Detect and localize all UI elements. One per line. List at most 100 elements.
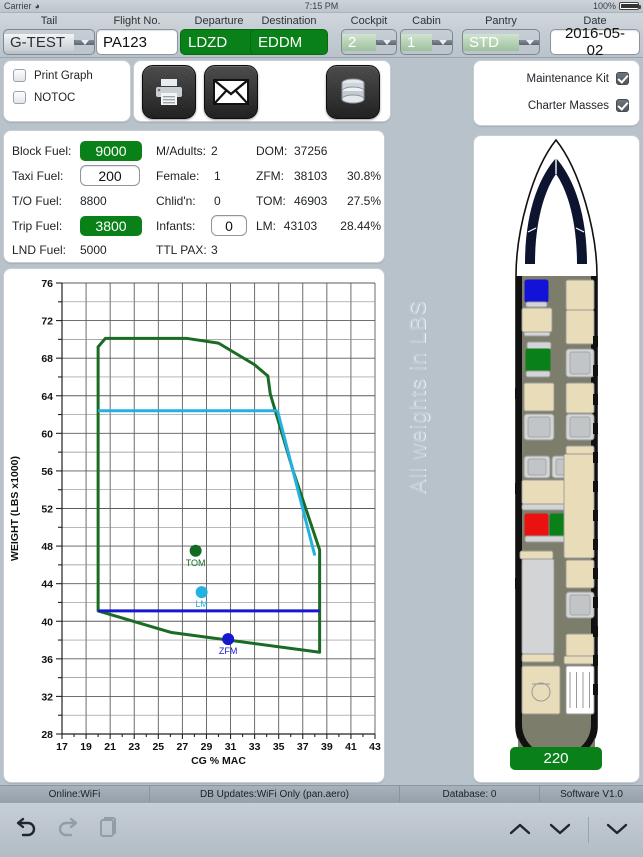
block-fuel-row: Block Fuel: 9000 (12, 139, 147, 163)
svg-text:60: 60 (41, 428, 53, 440)
taxi-fuel-row: Taxi Fuel: 200 (12, 163, 147, 188)
svg-text:LM: LM (195, 599, 208, 609)
notoc-row[interactable]: NOTOC (4, 82, 130, 104)
taxi-fuel-input[interactable]: 200 (80, 165, 140, 186)
adults-label: M/Adults: (156, 144, 207, 158)
infants-label: Infants: (156, 218, 196, 233)
svg-text:64: 64 (41, 391, 53, 403)
field-destination-label: Destination (261, 15, 317, 27)
flight-no-input[interactable]: PA123 (96, 29, 178, 55)
printer-icon (156, 79, 182, 105)
svg-text:52: 52 (41, 504, 53, 516)
toolbar-divider (588, 817, 589, 843)
field-cabin-label: Cabin (412, 15, 441, 27)
zfm-value: 38103 (293, 168, 328, 183)
svg-text:TOM: TOM (186, 558, 206, 568)
svg-text:32: 32 (41, 691, 53, 703)
svg-text:23: 23 (128, 741, 140, 753)
charter-masses-checkbox[interactable] (616, 99, 629, 112)
svg-text:39: 39 (321, 741, 333, 753)
tail-dropdown-value: G-TEST (4, 33, 74, 51)
print-graph-checkbox[interactable] (13, 69, 26, 82)
field-date: Date 2016-05-02 (550, 15, 640, 59)
block-fuel-label: Block Fuel: (12, 144, 72, 158)
female-label: Female: (156, 168, 200, 183)
tail-dropdown[interactable]: G-TEST (3, 29, 95, 55)
destination-input[interactable]: EDDM (250, 29, 328, 55)
field-flight-no-label: Flight No. (113, 15, 161, 27)
to-fuel-value: 8800 (80, 193, 107, 208)
trip-fuel-label: Trip Fuel: (12, 218, 63, 233)
svg-text:ZFM: ZFM (219, 646, 238, 656)
svg-text:76: 76 (41, 278, 53, 290)
units-watermark: All weights in LBS (398, 272, 438, 522)
maintenance-kit-label: Maintenance Kit (526, 72, 609, 85)
lm-value: 43103 (283, 218, 318, 233)
adults-row: M/Adults: 2 (156, 139, 251, 163)
svg-text:31: 31 (225, 741, 237, 753)
cg-envelope-chart-panel: 28 32 36 40 44 48 52 56 60 64 68 72 76 17 19 21 23 25 27 29… (3, 268, 385, 783)
print-graph-row[interactable]: Print Graph (4, 61, 130, 82)
svg-text:35: 35 (273, 741, 285, 753)
field-destination: Destination EDDM (250, 15, 328, 55)
cabin-weight-input[interactable]: 220 (510, 747, 602, 770)
print-button[interactable] (142, 65, 196, 119)
pantry-dropdown[interactable]: STD (462, 29, 540, 55)
cockpit-dropdown[interactable]: 2 (341, 29, 397, 55)
cabin-layout-diagram[interactable] (474, 136, 639, 782)
svg-text:68: 68 (41, 353, 53, 365)
block-fuel-value[interactable]: 9000 (80, 141, 142, 161)
lnd-fuel-row: LND Fuel: 5000 (12, 238, 147, 262)
database-button[interactable] (326, 65, 380, 119)
cabin-dropdown-value: 1 (401, 33, 432, 51)
ios-status-bar: Carrier ◕ 7:15 PM 100% (0, 0, 643, 13)
software-version: Software V1.0 (560, 788, 623, 800)
svg-text:33: 33 (249, 741, 261, 753)
undo-icon[interactable] (14, 817, 38, 844)
female-value: 1 (214, 168, 221, 183)
adults-value: 2 (211, 144, 218, 158)
field-tail: Tail G-TEST (3, 15, 95, 55)
email-button[interactable] (204, 65, 258, 119)
field-pantry-label: Pantry (485, 15, 517, 27)
children-label: Chlid'n: (156, 193, 196, 208)
notoc-checkbox[interactable] (13, 91, 26, 104)
chevron-down-icon (519, 39, 539, 45)
tom-value: 46903 (293, 193, 328, 208)
tom-label: TOM: (256, 193, 286, 208)
svg-text:72: 72 (41, 316, 53, 328)
children-value: 0 (214, 193, 221, 208)
chevron-down-icon (432, 39, 452, 45)
svg-text:25: 25 (152, 741, 164, 753)
svg-text:27: 27 (177, 741, 189, 753)
trip-fuel-value[interactable]: 3800 (80, 215, 142, 236)
flight-header-form: Tail G-TEST Flight No. PA123 Departure L… (0, 13, 643, 59)
chevron-down-icon[interactable] (548, 819, 572, 841)
svg-text:43: 43 (369, 741, 381, 753)
total-pax-row: TTL PAX: 3 (156, 238, 251, 262)
online-status: Online:WiFi (0, 786, 150, 802)
clock-label: 7:15 PM (304, 1, 339, 11)
maintenance-kit-row[interactable]: Maintenance Kit (474, 61, 639, 85)
zfm-label: ZFM: (256, 168, 284, 183)
chevron-up-icon[interactable] (508, 819, 532, 841)
field-flight-no: Flight No. PA123 (96, 15, 178, 55)
cabin-dropdown[interactable]: 1 (400, 29, 453, 55)
to-fuel-row: T/O Fuel: 8800 (12, 188, 147, 213)
dom-row: DOM: 37256 (256, 139, 381, 163)
svg-text:56: 56 (41, 466, 53, 478)
chevron-down-dismiss-icon[interactable] (605, 819, 629, 841)
infants-input[interactable]: 0 (211, 215, 247, 236)
total-pax-label: TTL PAX: (156, 243, 207, 257)
total-pax-value: 3 (211, 243, 218, 257)
pantry-dropdown-value: STD (463, 33, 519, 51)
chevron-down-icon (376, 39, 396, 45)
departure-input[interactable]: LDZD (180, 29, 258, 55)
maintenance-kit-checkbox[interactable] (616, 72, 629, 85)
lm-label: LM: (256, 218, 277, 233)
masses-column: DOM: 37256 ZFM: 38103 30.8% TOM: 46903 2… (256, 139, 381, 238)
charter-masses-row[interactable]: Charter Masses (474, 85, 639, 112)
date-input[interactable]: 2016-05-02 (550, 25, 640, 59)
dom-value: 37256 (294, 144, 328, 158)
cg-envelope-chart[interactable]: 28 32 36 40 44 48 52 56 60 64 68 72 76 17 19 21 23 25 27 29… (4, 269, 384, 782)
